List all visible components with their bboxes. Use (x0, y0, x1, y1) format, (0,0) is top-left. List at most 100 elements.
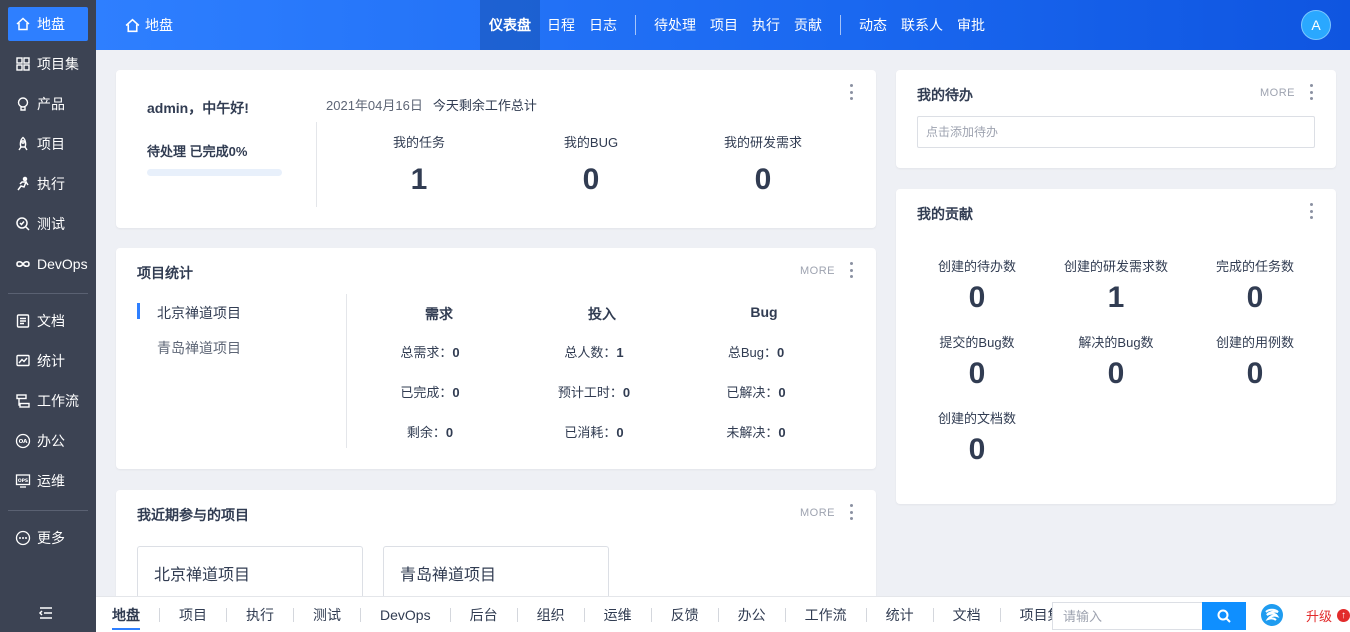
footer-nav-item[interactable]: 文档 (945, 597, 989, 632)
sidebar-item-program[interactable]: 项目集 (8, 47, 88, 81)
footer-nav-item[interactable]: 统计 (878, 597, 922, 632)
more-link[interactable]: MORE (800, 265, 835, 277)
recent-project-card[interactable]: 青岛禅道项目 (383, 546, 609, 596)
footer-nav: 地盘项目执行测试DevOps后台组织运维反馈办公工作流统计文档项目集产品 (104, 597, 1137, 632)
recent-project-card[interactable]: 北京禅道项目 (137, 546, 363, 596)
sidebar-item-ops[interactable]: OPS 运维 (8, 464, 88, 498)
search-icon (1217, 609, 1231, 623)
footer-nav-separator (226, 608, 227, 622)
footer-nav-item[interactable]: 组织 (529, 597, 573, 632)
stat-my-bugs[interactable]: 我的BUG 0 (521, 132, 661, 197)
footer-nav-separator (583, 608, 585, 622)
footer-nav-item[interactable]: 项目 (171, 597, 215, 632)
sidebar-item-label: 文档 (37, 313, 65, 329)
zentao-logo-icon[interactable] (1260, 603, 1284, 627)
footer-nav-item[interactable]: 工作流 (797, 597, 855, 632)
footer-nav-item[interactable]: 执行 (238, 597, 282, 632)
contrib-finished-tasks: 完成的任务数 0 (1215, 259, 1294, 314)
card-title: 项目统计 (137, 265, 193, 281)
document-icon (15, 313, 31, 329)
top-header: 地盘 仪表盘 日程 日志 待处理 项目 执行 贡献 动态 联系人 审批 A (96, 0, 1350, 50)
tab-execution[interactable]: 执行 (745, 0, 787, 50)
footer-nav-item[interactable]: DevOps (372, 597, 439, 632)
stat-row: 未解决：0 (726, 425, 786, 440)
footer-nav-item[interactable]: 办公 (730, 597, 774, 632)
stat-my-tasks[interactable]: 我的任务 1 (349, 132, 489, 197)
grid-icon (15, 56, 31, 72)
sidebar-item-label: 产品 (37, 96, 65, 112)
greeting-text: admin，中午好! (147, 100, 249, 116)
sidebar: 地盘 项目集 产品 项目 执行 测试 DevOps 文档 统计 工作流 OA 办… (0, 0, 96, 632)
footer-bar: 地盘项目执行测试DevOps后台组织运维反馈办公工作流统计文档项目集产品 升级↑ (96, 596, 1350, 632)
sidebar-item-more[interactable]: 更多 (8, 521, 88, 555)
footer-nav-item[interactable]: 测试 (305, 597, 349, 632)
home-icon (125, 18, 140, 32)
footer-nav-item[interactable]: 运维 (596, 597, 640, 632)
stat-row: 总Bug：0 (727, 345, 785, 360)
sidebar-item-product[interactable]: 产品 (8, 87, 88, 121)
nav-separator (635, 15, 636, 35)
sidebar-divider (8, 293, 88, 294)
tab-contacts[interactable]: 联系人 (894, 0, 950, 50)
sidebar-item-test[interactable]: 测试 (8, 207, 88, 241)
footer-nav-item[interactable]: 地盘 (104, 597, 148, 632)
card-menu-icon[interactable] (1309, 84, 1313, 100)
stat-value: 0 (582, 163, 600, 196)
search-button[interactable] (1202, 602, 1246, 630)
tab-approval[interactable]: 审批 (950, 0, 992, 50)
add-todo-input[interactable] (917, 116, 1315, 148)
sidebar-item-devops[interactable]: DevOps (8, 247, 88, 281)
card-menu-icon[interactable] (849, 262, 853, 278)
footer-nav-separator (516, 608, 518, 622)
column-head-bug: Bug (750, 304, 778, 320)
sidebar-item-label: 测试 (37, 216, 65, 232)
tab-dynamic[interactable]: 动态 (852, 0, 894, 50)
tab-log[interactable]: 日志 (582, 0, 624, 50)
upgrade-link[interactable]: 升级 ↑ (1306, 606, 1350, 625)
sidebar-item-oa[interactable]: OA 办公 (8, 424, 88, 458)
nav-separator (840, 15, 841, 35)
card-menu-icon[interactable] (1309, 203, 1313, 219)
more-circle-icon (15, 530, 31, 546)
sidebar-item-workflow[interactable]: 工作流 (8, 384, 88, 418)
card-menu-icon[interactable] (849, 84, 853, 100)
tab-contribution[interactable]: 贡献 (787, 0, 829, 50)
home-icon (15, 16, 31, 32)
stat-my-stories[interactable]: 我的研发需求 0 (693, 132, 833, 197)
sidebar-item-doc[interactable]: 文档 (8, 304, 88, 338)
contrib-created-todos: 创建的待办数 0 (937, 259, 1016, 314)
header-home[interactable]: 地盘 (124, 15, 173, 35)
collapse-menu-icon[interactable] (37, 604, 55, 622)
footer-nav-separator (865, 608, 867, 622)
contrib-submitted-bugs: 提交的Bug数 0 (939, 335, 1015, 390)
card-title: 我近期参与的项目 (137, 507, 249, 523)
avatar[interactable]: A (1301, 10, 1331, 40)
tab-todo[interactable]: 待处理 (647, 0, 703, 50)
footer-nav-separator (293, 608, 294, 622)
more-link[interactable]: MORE (1260, 87, 1295, 99)
contrib-resolved-bugs: 解决的Bug数 0 (1078, 335, 1154, 390)
footer-nav-item[interactable]: 后台 (462, 597, 506, 632)
project-stats-card: 项目统计 MORE 北京禅道项目 青岛禅道项目 需求 总需求：0 已完成：0 剩… (116, 248, 876, 469)
sidebar-item-report[interactable]: 统计 (8, 344, 88, 378)
more-link[interactable]: MORE (800, 507, 835, 519)
sidebar-item-label: 项目集 (37, 56, 79, 72)
stat-row: 总人数：1 (564, 345, 624, 360)
infinity-icon (15, 256, 31, 272)
footer-nav-item[interactable]: 反馈 (663, 597, 707, 632)
tab-calendar[interactable]: 日程 (540, 0, 582, 50)
oa-icon: OA (15, 433, 31, 449)
stat-row: 剩余：0 (406, 425, 454, 440)
tab-project[interactable]: 项目 (703, 0, 745, 50)
footer-search-input[interactable] (1052, 602, 1202, 630)
todo-card: 我的待办 MORE (896, 70, 1336, 168)
upgrade-label: 升级 (1306, 609, 1333, 624)
sidebar-item-project[interactable]: 项目 (8, 127, 88, 161)
card-menu-icon[interactable] (849, 504, 853, 520)
svg-text:OPS: OPS (18, 478, 28, 484)
sidebar-item-dashboard[interactable]: 地盘 (8, 7, 88, 41)
project-list-item[interactable]: 北京禅道项目 (157, 303, 241, 323)
sidebar-item-execution[interactable]: 执行 (8, 167, 88, 201)
tab-dashboard[interactable]: 仪表盘 (480, 0, 540, 50)
project-list-item[interactable]: 青岛禅道项目 (157, 338, 241, 358)
